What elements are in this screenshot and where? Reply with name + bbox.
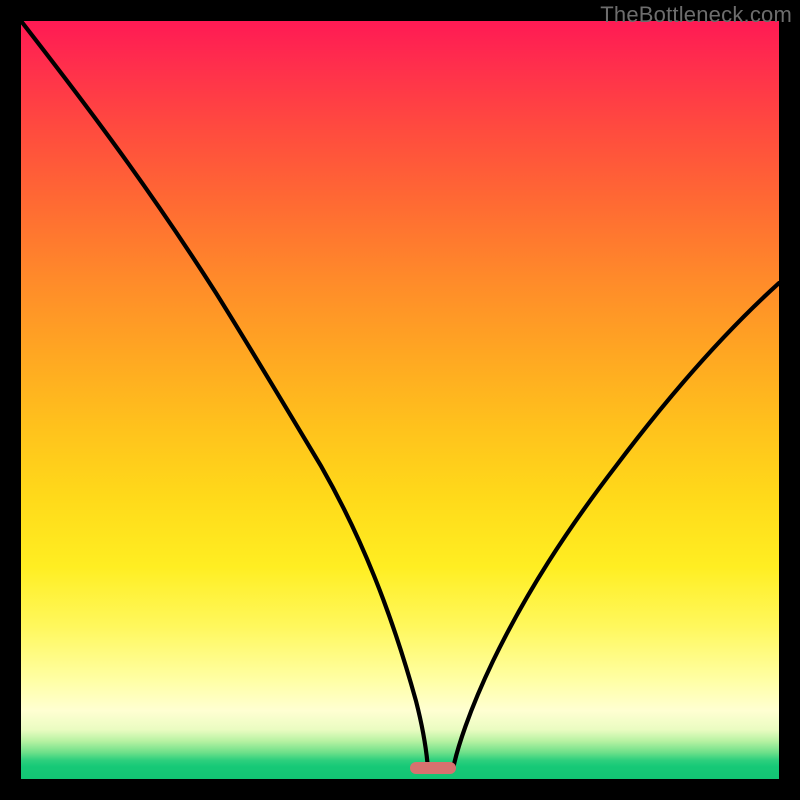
min-marker-pill	[410, 762, 456, 774]
curve-right-branch	[453, 283, 779, 769]
chart-frame: TheBottleneck.com	[0, 0, 800, 800]
curve-left-branch	[21, 21, 428, 769]
bottleneck-curve	[21, 21, 779, 779]
watermark-text: TheBottleneck.com	[600, 2, 792, 28]
plot-area	[21, 21, 779, 779]
